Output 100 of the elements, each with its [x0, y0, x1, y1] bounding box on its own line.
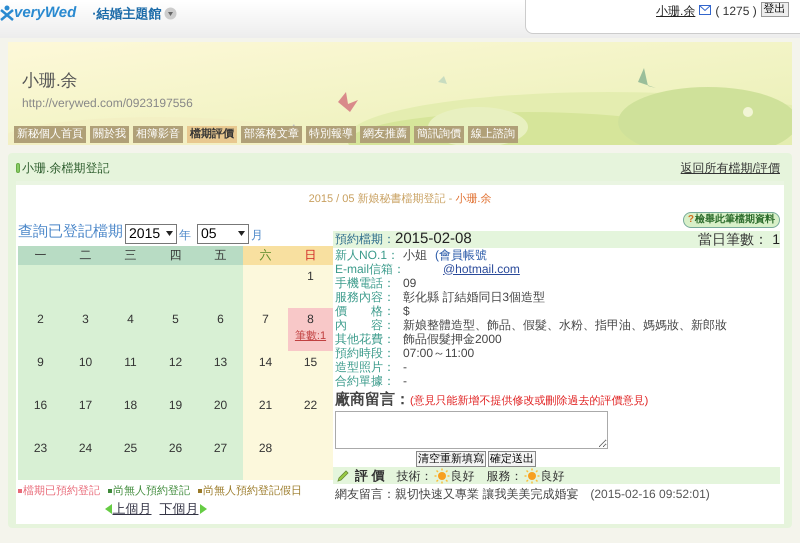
- day-number[interactable]: 10: [78, 352, 92, 370]
- day-cell[interactable]: 26: [153, 436, 198, 480]
- day-number[interactable]: 20: [214, 396, 228, 414]
- report-button[interactable]: ?檢舉此筆檔期資料: [682, 212, 780, 228]
- day-number[interactable]: 28: [258, 438, 272, 456]
- caret-icon[interactable]: [166, 231, 173, 236]
- day-number[interactable]: 4: [127, 310, 134, 328]
- day-number[interactable]: 21: [258, 396, 272, 414]
- day-cell[interactable]: 13: [198, 350, 243, 394]
- day-number[interactable]: 18: [124, 396, 138, 414]
- email-link[interactable]: @hotmail.com: [443, 262, 520, 276]
- field-value: 小姐: [403, 248, 427, 262]
- day-number[interactable]: 7: [262, 310, 269, 328]
- reply-field[interactable]: [335, 411, 608, 449]
- day-number[interactable]: 6: [217, 310, 224, 328]
- field-value: 彰化縣 訂結婚同日3個造型: [403, 290, 546, 304]
- logout-button[interactable]: 登出: [760, 2, 789, 17]
- field-value: 飾品假髮押金2000: [403, 332, 502, 346]
- day-number[interactable]: 15: [304, 352, 318, 370]
- day-cell[interactable]: 27: [198, 436, 243, 480]
- legend-label: 檔期已預約登記: [23, 484, 100, 498]
- day-number[interactable]: 27: [214, 438, 228, 456]
- pencil-icon: [337, 470, 349, 482]
- back-link[interactable]: 返回所有檔期/評價: [680, 159, 780, 177]
- day-number[interactable]: 26: [168, 438, 182, 456]
- count-label: 當日筆數：: [698, 230, 768, 248]
- field-label: E-mail信箱：: [335, 262, 403, 276]
- field-label: 內 容：: [335, 318, 396, 332]
- day-number[interactable]: 3: [82, 310, 89, 328]
- comment-time: (2015-02-16 09:52:01): [590, 486, 710, 503]
- count-value: 1: [772, 230, 780, 248]
- day-number[interactable]: 1: [307, 266, 314, 284]
- day-number[interactable]: 2: [37, 310, 44, 328]
- day-cell[interactable]: 5: [153, 308, 198, 350]
- field-label: 預約時段：: [335, 346, 396, 360]
- day-cell[interactable]: 25: [108, 436, 153, 480]
- day-cell[interactable]: 18: [108, 394, 153, 436]
- clear-button[interactable]: 清空重新填寫: [416, 451, 486, 467]
- bullet-icon: [16, 163, 20, 173]
- profile-name: 小珊.余: [22, 70, 79, 92]
- day-cell[interactable]: 4: [108, 308, 153, 350]
- day-number[interactable]: 16: [34, 396, 48, 414]
- day-cell[interactable]: 1: [288, 264, 333, 308]
- field-value: 新娘整體造型、飾品、假髮、水粉、指甲油、媽媽妝、新郎妝: [403, 318, 727, 332]
- day-cell[interactable]: 24: [63, 436, 108, 480]
- day-number[interactable]: 24: [78, 438, 92, 456]
- submit-button[interactable]: 確定送出: [488, 451, 536, 467]
- day-cell[interactable]: 11: [108, 350, 153, 394]
- day-number[interactable]: 9: [37, 352, 44, 370]
- date-label: 預約檔期：: [335, 230, 395, 248]
- day-cell[interactable]: 28: [243, 436, 288, 480]
- day-cell[interactable]: 7: [243, 308, 288, 350]
- day-number[interactable]: 11: [124, 352, 137, 370]
- mail-icon[interactable]: [699, 5, 712, 15]
- day-cell[interactable]: 16: [18, 394, 63, 436]
- day-cell[interactable]: 3: [63, 308, 108, 350]
- field-value: 07:00～11:00: [403, 346, 474, 360]
- reply-label: 廠商留言：: [335, 390, 410, 410]
- day-number[interactable]: 19: [168, 396, 182, 414]
- nav-tab[interactable]: 檔期評價: [187, 126, 237, 142]
- day-cell[interactable]: 19: [153, 394, 198, 436]
- field-label: 新人NO.1：: [335, 248, 400, 262]
- logo-text[interactable]: veryWed: [14, 2, 76, 24]
- day-cell[interactable]: 15: [288, 350, 333, 394]
- next-month-link[interactable]: 下個月: [160, 499, 198, 518]
- day-cell[interactable]: 21: [243, 394, 288, 436]
- day-cell[interactable]: 8 筆數:1: [288, 308, 333, 350]
- day-number[interactable]: 23: [34, 438, 48, 456]
- booking-date: 2015-02-08: [395, 228, 472, 249]
- day-cell[interactable]: 10: [63, 350, 108, 394]
- day-number[interactable]: 13: [214, 352, 228, 370]
- day-cell[interactable]: 12: [153, 350, 198, 394]
- day-number[interactable]: 8: [307, 310, 314, 328]
- month-select[interactable]: 05: [197, 224, 249, 244]
- query-label: 查詢已登記檔期: [18, 222, 123, 242]
- weekday-header: 一: [18, 246, 63, 264]
- prev-month-link[interactable]: 上個月: [112, 499, 152, 518]
- caret-icon[interactable]: [238, 231, 245, 236]
- day-cell[interactable]: 9: [18, 350, 63, 394]
- day-number[interactable]: 22: [304, 396, 318, 414]
- day-cell[interactable]: 2: [18, 308, 63, 350]
- field-label: 其他花費：: [335, 332, 396, 346]
- theme-menu[interactable]: ·結婚主題館: [92, 4, 162, 23]
- weekday-header: 五: [198, 246, 243, 264]
- user-link[interactable]: 小珊.余: [656, 2, 696, 20]
- day-number[interactable]: 25: [124, 438, 138, 456]
- day-cell[interactable]: 17: [63, 394, 108, 436]
- dropdown-icon[interactable]: [164, 6, 177, 20]
- day-cell[interactable]: 14: [243, 350, 288, 394]
- day-cell[interactable]: 23: [18, 436, 63, 480]
- day-cell[interactable]: 20: [198, 394, 243, 436]
- day-cell[interactable]: 22: [288, 394, 333, 436]
- field-label: 服務內容：: [335, 290, 396, 304]
- day-number[interactable]: 17: [78, 396, 92, 414]
- year-select[interactable]: 2015: [125, 224, 177, 244]
- legend-label: 尚無人預約登記: [113, 484, 190, 498]
- day-number[interactable]: 14: [258, 352, 272, 370]
- day-number[interactable]: 12: [168, 352, 182, 370]
- day-cell[interactable]: 6: [198, 308, 243, 350]
- day-number[interactable]: 5: [172, 310, 179, 328]
